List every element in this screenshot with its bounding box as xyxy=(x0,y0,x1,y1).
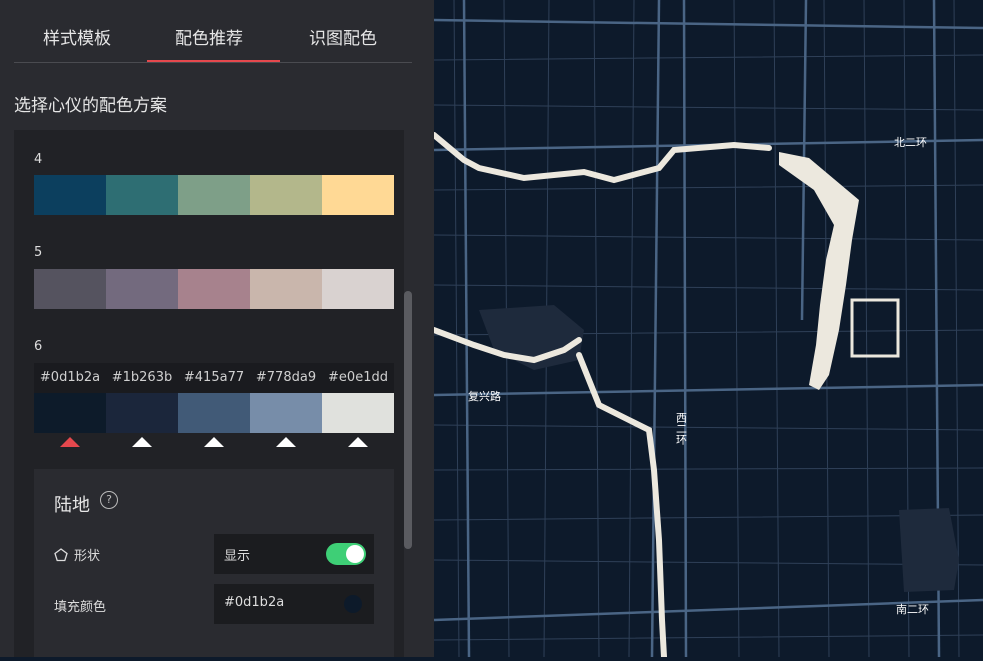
color-swatch[interactable] xyxy=(250,393,322,433)
tab-color-recommend[interactable]: 配色推荐 xyxy=(175,24,243,49)
land-settings-card: 陆地 ? 形状 显示 填充颜色 #0d1b2a xyxy=(34,469,394,657)
shape-visibility-field: 显示 xyxy=(214,534,374,574)
hex-label: #778da9 xyxy=(255,370,317,385)
color-swatch xyxy=(34,269,106,309)
tab-image-color[interactable]: 识图配色 xyxy=(309,24,377,49)
shape-visibility-text: 显示 xyxy=(224,549,251,564)
tab-style-templates[interactable]: 样式模板 xyxy=(43,24,111,49)
color-swatch xyxy=(322,175,394,215)
scheme-4-palette[interactable] xyxy=(34,175,394,215)
map-canvas: 北二环 复兴路 西二环 南二环 xyxy=(431,0,983,660)
active-tab-indicator xyxy=(147,60,280,62)
section-title: 选择心仪的配色方案 xyxy=(14,96,167,116)
fill-color-picker[interactable] xyxy=(344,595,362,613)
color-swatch[interactable] xyxy=(34,393,106,433)
swatch-selector[interactable] xyxy=(204,437,224,447)
color-swatch[interactable] xyxy=(178,393,250,433)
road-label: 西二环 xyxy=(675,412,688,445)
scheme-label: 4 xyxy=(34,152,43,167)
scheme-5-palette[interactable] xyxy=(34,269,394,309)
color-swatch xyxy=(322,269,394,309)
fill-color-value: #0d1b2a xyxy=(224,595,285,610)
color-swatch[interactable] xyxy=(106,393,178,433)
style-panel: 样式模板 配色推荐 识图配色 选择心仪的配色方案 4 5 6 #0d1b2a #… xyxy=(0,0,434,657)
color-swatch xyxy=(178,269,250,309)
fill-color-label: 填充颜色 xyxy=(54,600,107,615)
scheme-6-palette[interactable] xyxy=(34,393,394,433)
color-swatch xyxy=(250,175,322,215)
scheme-list: 4 5 6 #0d1b2a #1b263b #415a77 #778da9 #e… xyxy=(14,130,404,657)
shape-row-label: 形状 xyxy=(54,545,100,564)
road-label: 南二环 xyxy=(896,603,929,616)
shape-label: 形状 xyxy=(74,549,101,564)
color-swatch xyxy=(250,269,322,309)
road-label: 复兴路 xyxy=(468,389,501,403)
hex-label: #1b263b xyxy=(111,370,173,385)
fill-color-field[interactable]: #0d1b2a xyxy=(214,584,374,624)
hex-label: #0d1b2a xyxy=(39,370,101,385)
toggle-knob xyxy=(346,545,364,563)
swatch-selector[interactable] xyxy=(348,437,368,447)
map-view[interactable]: 北二环 复兴路 西二环 南二环 xyxy=(431,0,983,660)
swatch-selector[interactable] xyxy=(132,437,152,447)
color-swatch xyxy=(106,269,178,309)
color-swatch xyxy=(178,175,250,215)
scheme-label: 5 xyxy=(34,245,43,260)
hex-label: #e0e1dd xyxy=(328,370,388,385)
shape-visibility-toggle[interactable] xyxy=(326,543,366,565)
pentagon-icon xyxy=(54,548,68,562)
land-title: 陆地 xyxy=(54,495,90,516)
tab-bar: 样式模板 配色推荐 识图配色 xyxy=(14,0,412,63)
hex-label: #415a77 xyxy=(183,370,245,385)
scheme-label: 6 xyxy=(34,339,43,354)
swatch-selector-active[interactable] xyxy=(60,437,80,447)
color-swatch xyxy=(106,175,178,215)
question-circle-icon[interactable]: ? xyxy=(100,491,118,509)
road-label: 北二环 xyxy=(894,136,927,149)
scrollbar[interactable] xyxy=(404,291,412,549)
color-swatch[interactable] xyxy=(322,393,394,433)
swatch-selector[interactable] xyxy=(276,437,296,447)
color-swatch xyxy=(34,175,106,215)
